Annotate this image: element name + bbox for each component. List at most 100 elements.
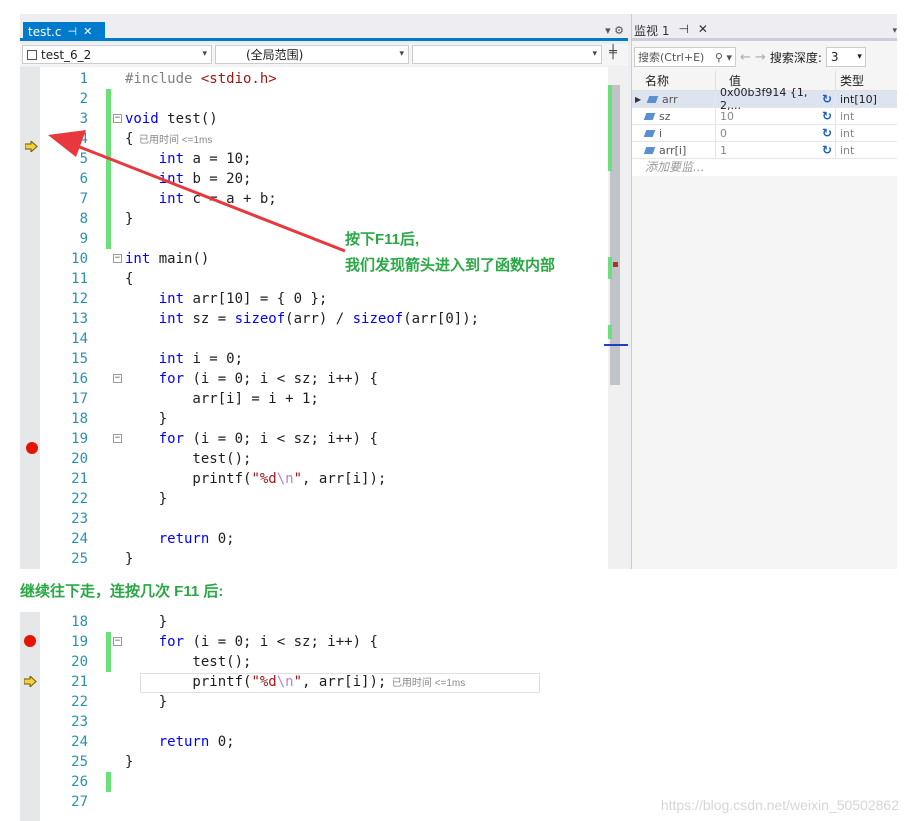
code-line[interactable]: 14 [40,329,605,349]
watch-row[interactable]: ▶ arr 0x00b3f914 {1, 2,... ↻ int[10] [632,86,897,112]
code-line[interactable]: 17 arr[i] = i + 1; [40,389,605,409]
watch-name: sz [659,109,671,123]
watch-value: 0 [720,126,727,140]
close-icon[interactable]: ✕ [83,25,92,38]
code-line[interactable]: 15 int i = 0; [40,349,605,369]
code-line[interactable]: 23 [40,509,605,529]
source-text: int a = 10; [158,151,252,167]
change-marker [608,325,612,339]
chevron-down-icon[interactable]: ▾ [892,26,897,36]
code-line[interactable]: 1 #include <stdio.h> [40,69,605,89]
search-depth-dropdown[interactable]: 3 ▾ [825,47,866,67]
watch-name-cell[interactable]: ▶ arr [632,91,716,107]
breakpoint-icon[interactable] [26,442,38,454]
code-line[interactable]: 6 int b = 20; [40,169,605,189]
search-depth-value: 3 [830,50,839,64]
forward-arrow-icon[interactable]: → [755,50,766,65]
tab-test-c[interactable]: test.c ⊣ ✕ [23,22,105,41]
change-marker [106,229,111,249]
code-line[interactable]: 22 } [40,692,540,712]
pin-icon[interactable]: ⊣ [67,25,77,38]
collapse-icon[interactable]: − [113,434,122,443]
collapse-icon[interactable]: − [113,374,122,383]
add-watch-item[interactable]: 添加要监... [632,159,897,176]
tab-watch-1[interactable]: 监视 1 ⊣ ✕ [634,22,708,39]
source-text: } [125,411,168,427]
collapse-icon[interactable]: − [113,637,122,646]
code-line[interactable]: 19 − for (i = 0; i < sz; i++) { [40,632,540,652]
column-header-type[interactable]: 类型 [836,71,897,90]
column-header-name[interactable]: 名称 [632,71,716,90]
source-text: for (i = 0; i < sz; i++) { [158,634,378,650]
code-line[interactable]: 8} [40,209,605,229]
back-arrow-icon[interactable]: ← [740,50,751,65]
watch-name-cell[interactable]: arr[i] [632,142,716,158]
source-text: int arr[10] = { 0 }; [158,291,328,307]
watch-name-cell[interactable]: i [632,125,716,141]
instruction-pointer-icon[interactable] [24,676,37,687]
breakpoint-icon[interactable] [24,635,36,647]
code-line[interactable]: 2 [40,89,605,109]
code-line[interactable]: 26 [40,772,540,792]
refresh-icon[interactable]: ↻ [822,92,832,106]
split-editor-icon[interactable]: ╪ [605,45,621,65]
project-scope-value: test_6_2 [41,47,92,62]
member-dropdown[interactable]: ▾ [412,45,602,64]
navigation-bar: test_6_2 ▾ (全局范围) ▾ ▾ ╪ [20,44,628,66]
variable-icon [643,146,656,154]
code-line[interactable]: 24 return 0; [40,732,540,752]
code-line[interactable]: 5 int a = 10; [40,149,605,169]
line-number: 6 [79,171,88,187]
code-line[interactable]: 3 − void test() [40,109,605,129]
code-line[interactable]: 12 int arr[10] = { 0 }; [40,289,605,309]
global-scope-dropdown[interactable]: (全局范围) ▾ [215,45,409,64]
instruction-pointer-icon[interactable] [25,141,38,152]
project-scope-dropdown[interactable]: test_6_2 ▾ [22,45,212,64]
watch-grid: 名称 值 类型 ▶ arr 0x00b3f914 {1, 2,... ↻ int[10]… [632,71,897,176]
change-marker [106,189,111,209]
tab-tools[interactable]: ▾ ⚙ [605,24,624,37]
line-number: 22 [71,491,88,507]
code-line[interactable]: 19 − for (i = 0; i < sz; i++) { [40,429,605,449]
source-text: return 0; [158,531,235,547]
code-line[interactable]: 20 test(); [40,652,540,672]
code-line[interactable]: 27 [40,792,540,812]
code-line[interactable]: 18 } [40,612,540,632]
code-line[interactable]: 25} [40,752,540,772]
code-line[interactable]: 18 } [40,409,605,429]
watch-window: 监视 1 ⊣ ✕ ▾ 搜索(Ctrl+E) ⚲ ▾ ← → 搜索深度: 3 ▾ … [631,14,897,569]
watch-value-cell[interactable]: 10 ↻ [716,108,836,124]
pin-icon[interactable]: ⊣ [678,22,688,39]
close-icon[interactable]: ✕ [698,22,708,39]
refresh-icon[interactable]: ↻ [822,126,832,140]
code-line[interactable]: 4 { 已用时间 <=1ms [40,129,605,149]
code-line[interactable]: 21 printf("%d\n", arr[i]); 已用时间 <=1ms [40,672,540,692]
watch-row[interactable]: arr[i] 1 ↻ int [632,142,897,159]
watch-row[interactable]: sz 10 ↻ int [632,108,897,125]
code-line[interactable]: 25} [40,549,605,569]
code-line[interactable]: 20 test(); [40,449,605,469]
collapse-icon[interactable]: − [113,114,122,123]
code-line[interactable]: 21 printf("%d\n", arr[i]); [40,469,605,489]
watch-value-cell[interactable]: 1 ↻ [716,142,836,158]
code-line[interactable]: 13 int sz = sizeof(arr) / sizeof(arr[0])… [40,309,605,329]
editor-scrollbar[interactable] [604,67,628,569]
line-number: 19 [71,634,88,650]
watch-name-cell[interactable]: sz [632,108,716,124]
code-line[interactable]: 23 [40,712,540,732]
code-line[interactable]: 7 int c = a + b; [40,189,605,209]
code-line[interactable]: 22 } [40,489,605,509]
refresh-icon[interactable]: ↻ [822,109,832,123]
code-line[interactable]: 16 − for (i = 0; i < sz; i++) { [40,369,605,389]
watch-value-cell[interactable]: 0x00b3f914 {1, 2,... ↻ [716,86,836,112]
collapse-icon[interactable]: − [113,254,122,263]
watch-row[interactable]: i 0 ↻ int [632,125,897,142]
expand-icon[interactable]: ▶ [635,95,643,104]
search-icon[interactable]: ⚲ ▾ [715,51,732,64]
refresh-icon[interactable]: ↻ [822,143,832,157]
code-editor[interactable]: 1 #include <stdio.h> 2 3− void test() 4{ 已用时间… [20,67,628,569]
watch-value-cell[interactable]: 0 ↻ [716,125,836,141]
code-line[interactable]: 24 return 0; [40,529,605,549]
line-number: 11 [71,271,88,287]
watch-search-input[interactable]: 搜索(Ctrl+E) ⚲ ▾ [634,47,736,67]
